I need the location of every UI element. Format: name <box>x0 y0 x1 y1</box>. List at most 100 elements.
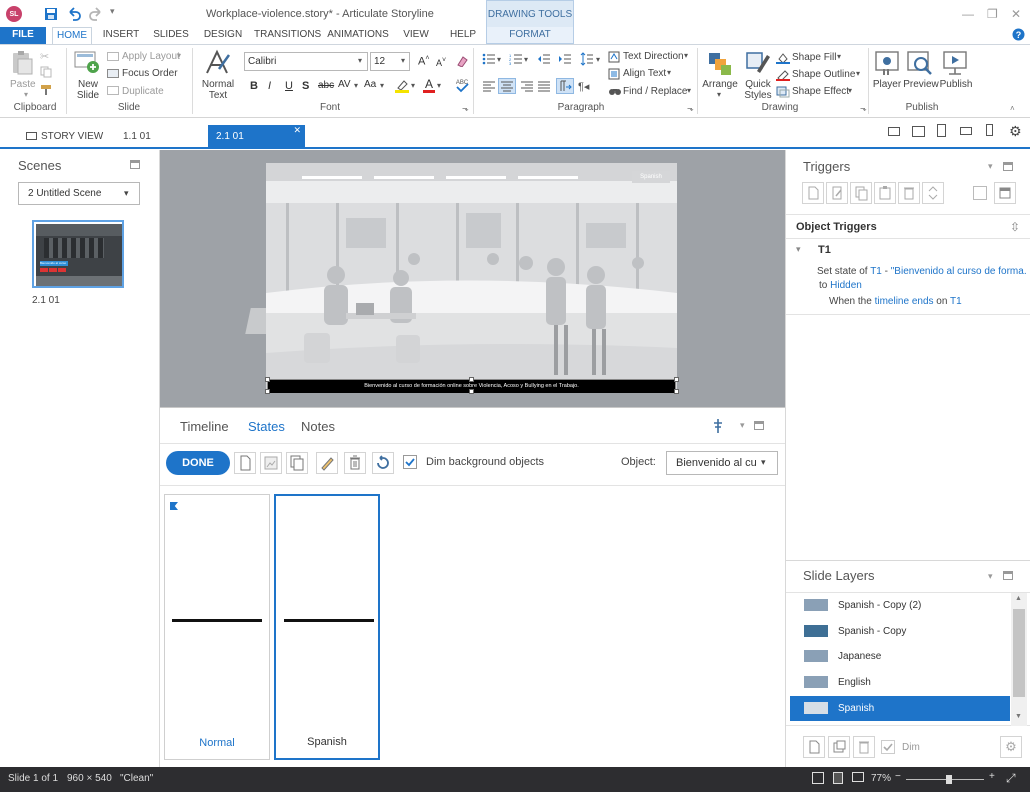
panel-restore-icon[interactable] <box>130 160 140 169</box>
tab-states[interactable]: States <box>248 419 285 434</box>
delete-layer-icon[interactable] <box>853 736 875 758</box>
apply-layout-icon[interactable] <box>107 52 119 61</box>
focus-order-icon[interactable] <box>107 69 119 78</box>
scrollbar-thumb[interactable] <box>1013 609 1025 697</box>
paste-trigger-icon[interactable] <box>874 182 896 204</box>
line-spacing-dropdown-icon[interactable]: ▾ <box>596 55 600 64</box>
tab-animations[interactable]: ANIMATIONS <box>326 27 390 44</box>
font-color-icon[interactable]: A <box>422 77 436 94</box>
qat-customize-icon[interactable]: ▾ <box>110 6 115 17</box>
tab-design[interactable]: DESIGN <box>200 27 246 44</box>
panel-restore-icon[interactable] <box>1003 571 1013 580</box>
group-expand-icon[interactable]: ▾ <box>796 244 801 255</box>
new-slide-label[interactable]: New <box>72 79 104 90</box>
normal-text-icon[interactable] <box>203 49 231 77</box>
new-slide-label-2[interactable]: Slide <box>72 90 104 101</box>
duplicate-layer-icon[interactable] <box>828 736 850 758</box>
align-text-dropdown-icon[interactable]: ▾ <box>667 68 671 77</box>
slide-thumbnail[interactable]: Bienvenido al curso <box>32 220 124 288</box>
justify-icon[interactable] <box>537 80 551 92</box>
drawing-dialog-launcher-icon[interactable]: ⬎ <box>860 104 867 113</box>
quick-styles-label-2[interactable]: Styles <box>740 90 776 101</box>
dim-background-checkbox[interactable] <box>403 455 417 469</box>
state-card-spanish[interactable]: Spanish <box>274 494 380 760</box>
shape-effect-dropdown-icon[interactable]: ▾ <box>848 86 852 95</box>
selection-handle[interactable] <box>265 377 270 382</box>
tab-view[interactable]: VIEW <box>398 27 434 44</box>
layer-settings-gear-icon[interactable]: ⚙ <box>1000 736 1022 758</box>
tab-home[interactable]: HOME <box>52 27 92 44</box>
tab-slide-1-1[interactable]: 1.1 01 <box>123 125 163 149</box>
tab-insert[interactable]: INSERT <box>100 27 142 44</box>
font-dialog-launcher-icon[interactable]: ⬎ <box>462 104 469 113</box>
copy-icon[interactable] <box>40 66 52 78</box>
slide-stage[interactable]: Spanish Bienvenido al curso de formación… <box>266 163 677 393</box>
tab-transitions[interactable]: TRANSITIONS <box>254 27 321 44</box>
apply-layout-button[interactable]: Apply Layout <box>122 51 180 62</box>
preview-icon[interactable] <box>906 49 934 77</box>
ltr-direction-icon[interactable] <box>556 78 574 94</box>
line-spacing-icon[interactable] <box>580 52 594 66</box>
find-replace-dropdown-icon[interactable]: ▾ <box>687 86 691 95</box>
shape-outline-button[interactable]: Shape Outline <box>792 69 855 80</box>
move-trigger-icon[interactable] <box>922 182 944 204</box>
trigger-action-object-link[interactable]: T1 <box>870 266 882 277</box>
shape-fill-button[interactable]: Shape Fill <box>792 52 836 63</box>
text-direction-icon[interactable] <box>608 51 620 63</box>
text-direction-button[interactable]: Text Direction <box>623 51 684 62</box>
highlight-icon[interactable] <box>394 78 410 94</box>
trigger-event-link[interactable]: timeline ends <box>875 296 934 307</box>
apply-layout-dropdown-icon[interactable]: ▾ <box>177 51 181 60</box>
rename-state-icon[interactable] <box>316 452 338 474</box>
find-replace-button[interactable]: Find / Replace <box>623 86 687 97</box>
phone-portrait-icon[interactable] <box>986 124 993 136</box>
delete-state-icon[interactable] <box>344 452 366 474</box>
tab-slide-2-1[interactable]: 2.1 01 ✕ <box>208 125 305 149</box>
character-spacing-dropdown-icon[interactable]: ▾ <box>354 81 358 90</box>
help-icon[interactable]: ? <box>1012 28 1025 41</box>
panel-menu-icon[interactable]: ▾ <box>988 161 993 172</box>
font-size-dropdown-icon[interactable]: ▾ <box>401 56 405 65</box>
bullets-dropdown-icon[interactable]: ▾ <box>497 55 501 64</box>
restore-icon[interactable]: ❐ <box>987 7 998 21</box>
publish-icon[interactable] <box>941 49 969 77</box>
tablet-landscape-icon[interactable] <box>912 126 925 137</box>
player-icon[interactable] <box>874 49 900 77</box>
bold-icon[interactable]: B <box>250 80 258 92</box>
selection-handle[interactable] <box>469 389 474 394</box>
decrease-indent-icon[interactable] <box>537 53 551 65</box>
layer-item[interactable]: Spanish - Copy <box>790 619 1010 644</box>
gear-icon[interactable]: ⚙ <box>1009 123 1022 140</box>
align-center-icon[interactable] <box>498 78 516 94</box>
pin-panel-icon[interactable] <box>711 418 725 434</box>
numbering-icon[interactable]: 123 <box>509 53 523 65</box>
layer-item[interactable]: English <box>790 670 1010 695</box>
duplicate-button[interactable]: Duplicate <box>122 86 164 97</box>
shape-fill-icon[interactable] <box>776 52 790 64</box>
tab-help[interactable]: HELP <box>446 27 480 44</box>
shape-effect-button[interactable]: Shape Effect <box>792 86 849 97</box>
format-painter-icon[interactable] <box>40 84 54 96</box>
edit-trigger-icon[interactable] <box>826 182 848 204</box>
align-right-icon[interactable] <box>520 80 534 92</box>
normal-text-label[interactable]: Normal <box>198 79 238 90</box>
normal-text-label-2[interactable]: Text <box>198 90 238 101</box>
paste-icon[interactable] <box>10 50 34 76</box>
quick-styles-label[interactable]: Quick <box>740 79 776 90</box>
fit-to-window-icon[interactable]: ⤢ <box>1006 771 1016 786</box>
layer-item[interactable]: Japanese <box>790 644 1010 669</box>
tab-format[interactable]: FORMAT <box>486 27 574 44</box>
slide-sorter-status-icon[interactable] <box>852 772 864 782</box>
tablet-portrait-icon[interactable] <box>937 124 946 137</box>
selection-handle[interactable] <box>674 377 679 382</box>
rtl-direction-icon[interactable]: ¶◂ <box>578 80 589 93</box>
new-trigger-icon[interactable] <box>802 182 824 204</box>
find-replace-icon[interactable] <box>608 86 622 98</box>
shape-fill-dropdown-icon[interactable]: ▾ <box>837 52 841 61</box>
object-dropdown-icon[interactable]: ▾ <box>761 457 766 468</box>
minimize-icon[interactable]: — <box>962 7 974 21</box>
copy-trigger-icon[interactable] <box>850 182 872 204</box>
new-state-icon[interactable] <box>234 452 256 474</box>
scene-dropdown-icon[interactable]: ▾ <box>124 188 129 199</box>
state-card-normal[interactable]: Normal <box>164 494 270 760</box>
